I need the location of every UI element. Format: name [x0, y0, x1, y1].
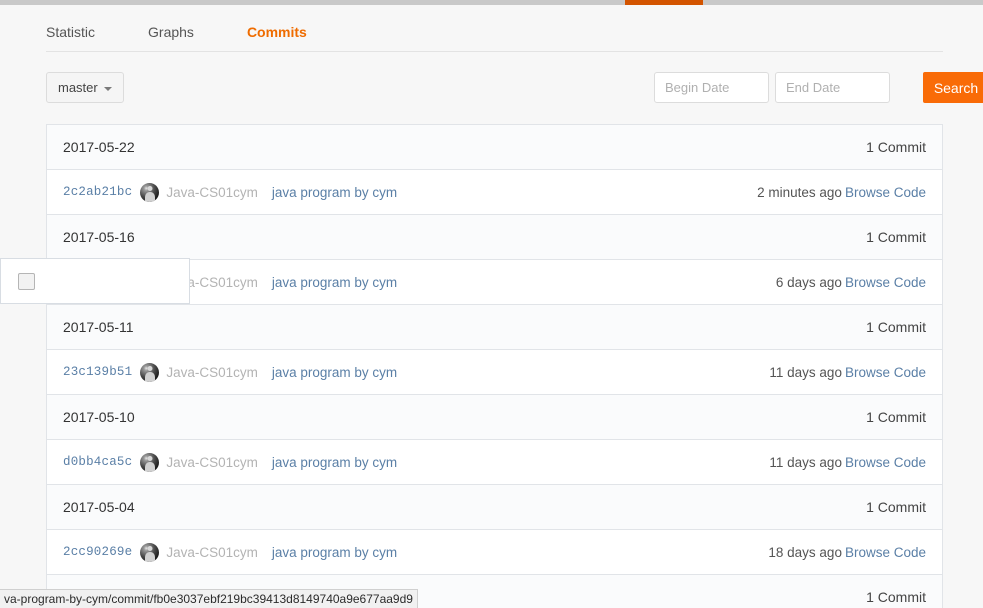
commit-date-row: 2017-05-22 1 Commit [47, 125, 942, 170]
chevron-down-icon [103, 86, 112, 91]
commit-date-label: 2017-05-04 [63, 499, 135, 515]
commit-row[interactable]: d0bb4ca5c Java-CS01cym java program by cym… [47, 440, 942, 485]
commit-select-checkbox[interactable] [18, 272, 35, 290]
browse-code-link[interactable]: Browse Code [845, 455, 926, 470]
commit-meta: 11 days ago Browse Code [769, 365, 926, 380]
commit-row[interactable]: 2c2ab21bc Java-CS01cym java program by cym… [47, 170, 942, 215]
commit-date-row: 2017-05-04 1 Commit [47, 485, 942, 530]
commit-author-link[interactable]: Java-CS01cym [166, 365, 258, 380]
commit-date-row: 2017-05-11 1 Commit [47, 305, 942, 350]
commit-message-link[interactable]: java program by cym [272, 545, 397, 560]
top-strip-active-indicator [625, 0, 703, 5]
browse-code-link[interactable]: Browse Code [845, 185, 926, 200]
tab-list: Statistic Graphs Commits [46, 22, 943, 52]
commit-select-panel [0, 258, 190, 304]
commit-hash-link[interactable]: 23c139b51 [63, 365, 132, 379]
commit-meta: 6 days ago Browse Code [776, 275, 926, 290]
commit-count-label: 1 Commit [866, 499, 926, 515]
commit-message-link[interactable]: java program by cym [272, 365, 397, 380]
commit-list: 2017-05-22 1 Commit 2c2ab21bc Java-CS01cym j… [46, 124, 943, 608]
branch-selector-button[interactable]: master [46, 72, 124, 103]
commit-count-label: 1 Commit [866, 229, 926, 245]
commit-date-label: 2017-05-11 [63, 319, 134, 335]
commit-date-label: 2017-05-22 [63, 139, 135, 155]
tab-graphs[interactable]: Graphs [148, 22, 194, 42]
branch-selector-label: master [58, 80, 98, 95]
commit-message-link[interactable]: java program by cym [272, 185, 397, 200]
commit-meta: 2 minutes ago Browse Code [757, 185, 926, 200]
commit-date-row: 2017-05-10 1 Commit [47, 395, 942, 440]
commit-row[interactable]: 2cc90269e Java-CS01cym java program by cym… [47, 530, 942, 575]
status-bar-url: va-program-by-cym/commit/fb0e3037ebf219b… [0, 589, 418, 608]
commit-meta: 11 days ago Browse Code [769, 455, 926, 470]
commit-date-row: 2017-05-16 1 Commit [47, 215, 942, 260]
commit-hash-link[interactable]: d0bb4ca5c [63, 455, 132, 469]
top-strip [0, 0, 983, 5]
tab-statistic[interactable]: Statistic [46, 22, 95, 42]
search-button[interactable]: Search [923, 72, 983, 103]
avatar [140, 182, 160, 202]
commit-meta: 18 days ago Browse Code [768, 545, 926, 560]
commit-hash-link[interactable]: 2c2ab21bc [63, 185, 132, 199]
avatar [140, 362, 160, 382]
commit-time-ago: 6 days ago [775, 274, 842, 290]
commit-count-label: 1 Commit [866, 319, 926, 335]
commit-message-link[interactable]: java program by cym [272, 455, 397, 470]
end-date-input[interactable] [775, 72, 890, 103]
tab-commits[interactable]: Commits [247, 22, 307, 42]
commit-date-label: 2017-05-10 [63, 409, 135, 425]
commit-hash-link[interactable]: 2cc90269e [63, 545, 132, 559]
browse-code-link[interactable]: Browse Code [845, 275, 926, 290]
browse-code-link[interactable]: Browse Code [845, 545, 926, 560]
avatar [140, 542, 160, 562]
commit-count-label: 1 Commit [866, 409, 926, 425]
commit-date-label: 2017-05-16 [63, 229, 135, 245]
begin-date-input[interactable] [654, 72, 769, 103]
avatar [140, 452, 160, 472]
commit-count-label: 1 Commit [866, 139, 926, 155]
commit-author-link[interactable]: Java-CS01cym [166, 545, 258, 560]
commit-author-link[interactable]: Java-CS01cym [166, 455, 258, 470]
commit-time-ago: 2 minutes ago [757, 184, 842, 200]
commit-time-ago: 11 days ago [769, 454, 842, 470]
tab-navigation: Statistic Graphs Commits [46, 22, 943, 52]
filter-bar: master Search [46, 72, 983, 104]
commit-row[interactable]: 23c139b51 Java-CS01cym java program by cym… [47, 350, 942, 395]
commit-author-link[interactable]: Java-CS01cym [166, 185, 258, 200]
commit-time-ago: 18 days ago [768, 544, 842, 560]
commit-count-label: 1 Commit [866, 589, 926, 605]
commit-time-ago: 11 days ago [769, 364, 842, 380]
page-root: Statistic Graphs Commits master Search 201… [0, 0, 983, 608]
commit-message-link[interactable]: java program by cym [272, 275, 397, 290]
browse-code-link[interactable]: Browse Code [845, 365, 926, 380]
